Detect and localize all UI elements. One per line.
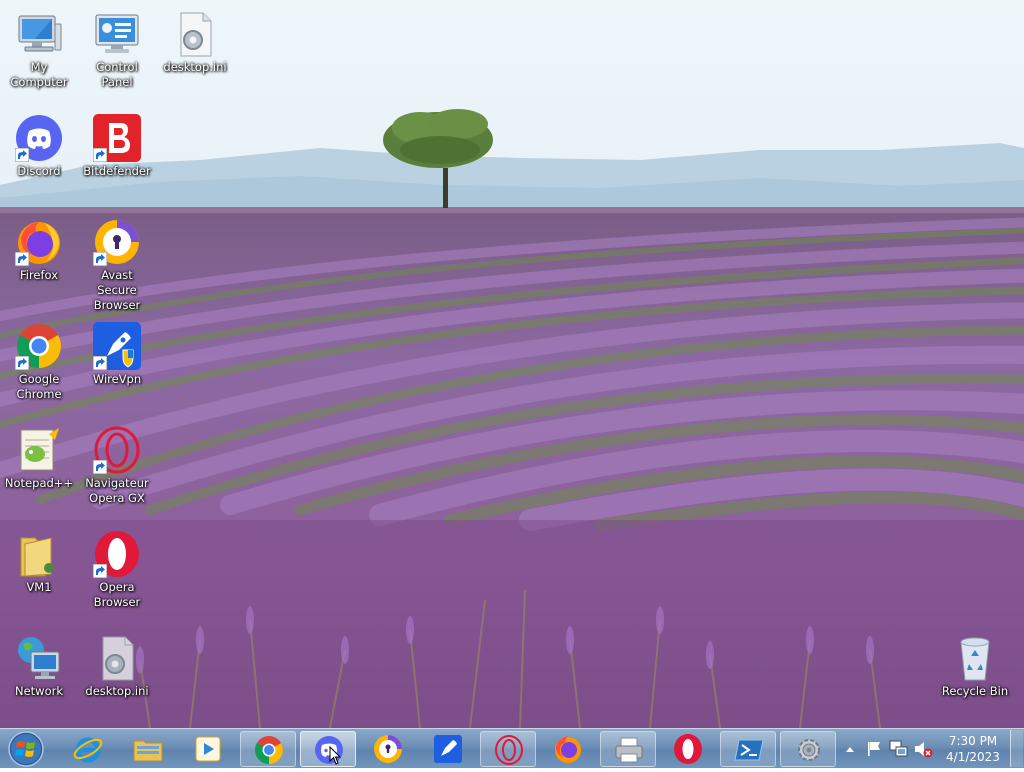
desktop-icon-label: Navigateur Opera GX bbox=[85, 476, 149, 505]
shortcut-arrow-icon bbox=[15, 148, 29, 162]
desktop-icon-label: Network bbox=[14, 684, 64, 698]
settings-file-icon bbox=[93, 634, 141, 682]
printer-icon bbox=[615, 737, 643, 763]
show-desktop-button[interactable] bbox=[1010, 730, 1023, 767]
internet-explorer-icon bbox=[73, 737, 103, 763]
desktop-icon-recycle-bin[interactable]: Recycle Bin bbox=[936, 624, 1014, 699]
opera-gx-icon bbox=[495, 735, 523, 765]
wirevpn-icon bbox=[93, 322, 141, 370]
desktop-icon-label: Avast Secure Browser bbox=[93, 268, 141, 312]
my-computer-icon bbox=[15, 10, 63, 58]
desktop-icon-label: My Computer bbox=[10, 60, 68, 89]
mouse-cursor-icon bbox=[329, 746, 342, 765]
taskbar-avast-browser[interactable] bbox=[360, 731, 416, 767]
recycle-bin-icon bbox=[951, 634, 999, 682]
action-center-flag-icon[interactable] bbox=[864, 729, 884, 769]
desktop-icon-label: Recycle Bin bbox=[941, 684, 1009, 698]
taskbar-opera[interactable] bbox=[660, 731, 716, 767]
desktop-icon-bitdefender[interactable]: Bitdefender bbox=[78, 104, 156, 179]
chrome-icon bbox=[15, 322, 63, 370]
desktop-icon-google-chrome[interactable]: Google Chrome bbox=[0, 312, 78, 402]
clock-time: 7:30 PM bbox=[948, 734, 998, 748]
taskbar-file-explorer[interactable] bbox=[120, 731, 176, 767]
taskbar-firefox[interactable] bbox=[540, 731, 596, 767]
shortcut-arrow-icon bbox=[93, 564, 107, 578]
network-icon[interactable] bbox=[888, 729, 910, 769]
show-hidden-icons-chevron[interactable] bbox=[842, 729, 858, 769]
shortcut-arrow-icon bbox=[15, 252, 29, 266]
shortcut-arrow-icon bbox=[93, 460, 107, 474]
desktop-icon-vm1[interactable]: VM1 bbox=[0, 520, 78, 595]
desktop-icon-avast-secure-browser[interactable]: Avast Secure Browser bbox=[78, 208, 156, 313]
desktop-icon-network[interactable]: Network bbox=[0, 624, 78, 699]
avast-browser-icon bbox=[93, 218, 141, 266]
desktop-icon-opera-gx[interactable]: Navigateur Opera GX bbox=[78, 416, 156, 506]
desktop-icon-label: Notepad++ bbox=[4, 476, 74, 490]
desktop-icon-label: WireVpn bbox=[92, 372, 142, 386]
desktop-icon-label: Discord bbox=[17, 164, 61, 178]
windows-start-icon bbox=[8, 731, 44, 767]
desktop-icon-label: desktop.ini bbox=[85, 684, 149, 698]
taskbar-powershell[interactable] bbox=[720, 731, 776, 767]
desktop-icon-firefox[interactable]: Firefox bbox=[0, 208, 78, 283]
desktop-icon-opera-browser[interactable]: Opera Browser bbox=[78, 520, 156, 610]
opera-gx-icon bbox=[93, 426, 141, 474]
clock-date: 4/1/2023 bbox=[946, 750, 1000, 764]
desktop-icon-label: Bitdefender bbox=[83, 164, 151, 178]
taskbar-wirevpn[interactable] bbox=[420, 731, 476, 767]
desktop-icon-discord[interactable]: Discord bbox=[0, 104, 78, 179]
shortcut-arrow-icon bbox=[93, 252, 107, 266]
start-button[interactable] bbox=[4, 730, 48, 768]
folder-icon bbox=[15, 530, 63, 578]
opera-icon bbox=[674, 734, 702, 764]
desktop-icon-label: Opera Browser bbox=[93, 580, 141, 609]
taskbar-internet-explorer[interactable] bbox=[60, 731, 116, 767]
desktop-icon-label: Control Panel bbox=[96, 60, 138, 89]
desktop-icon-control-panel[interactable]: Control Panel bbox=[78, 0, 156, 90]
desktop-icon-label: Firefox bbox=[19, 268, 59, 282]
file-explorer-icon bbox=[133, 740, 163, 762]
opera-icon bbox=[93, 530, 141, 578]
shortcut-arrow-icon bbox=[93, 356, 107, 370]
bitdefender-icon bbox=[93, 114, 141, 162]
desktop-icon-label: desktop.ini bbox=[163, 60, 227, 74]
avast-browser-icon bbox=[374, 735, 402, 763]
settings-gear-icon bbox=[798, 739, 820, 761]
settings-file-icon bbox=[171, 10, 219, 58]
taskbar-discord[interactable] bbox=[300, 731, 356, 767]
desktop-icon-my-computer[interactable]: My Computer bbox=[0, 0, 78, 90]
chrome-icon bbox=[255, 736, 283, 764]
shortcut-arrow-icon bbox=[93, 148, 107, 162]
control-panel-icon bbox=[93, 10, 141, 58]
notepad-plus-plus-icon bbox=[15, 426, 63, 474]
taskbar-media-player[interactable] bbox=[180, 731, 236, 767]
desktop-icon-label: Google Chrome bbox=[16, 372, 62, 401]
firefox-icon bbox=[555, 736, 581, 763]
discord-icon bbox=[15, 114, 63, 162]
desktop-icon-desktop-ini[interactable]: desktop.ini bbox=[156, 0, 234, 75]
desktop-icon-desktop-ini-2[interactable]: desktop.ini bbox=[78, 624, 156, 699]
wirevpn-icon bbox=[434, 735, 462, 763]
taskbar: 7:30 PM 4/1/2023 bbox=[0, 728, 1024, 768]
taskbar-chrome[interactable] bbox=[240, 731, 296, 767]
clock[interactable]: 7:30 PM 4/1/2023 bbox=[940, 733, 1006, 765]
volume-muted-icon[interactable] bbox=[912, 729, 934, 769]
network-icon bbox=[15, 634, 63, 682]
desktop[interactable]: My Computer Control Panel desktop.ini Di… bbox=[0, 0, 1024, 728]
desktop-icon-wirevpn[interactable]: WireVpn bbox=[78, 312, 156, 387]
desktop-icon-notepad-plus-plus[interactable]: Notepad++ bbox=[0, 416, 78, 491]
firefox-icon bbox=[15, 218, 63, 266]
desktop-icon-label: VM1 bbox=[26, 580, 52, 594]
shortcut-arrow-icon bbox=[15, 356, 29, 370]
taskbar-printer[interactable] bbox=[600, 731, 656, 767]
powershell-icon bbox=[734, 739, 764, 761]
taskbar-opera-gx[interactable] bbox=[480, 731, 536, 767]
taskbar-settings[interactable] bbox=[780, 731, 836, 767]
media-player-icon bbox=[195, 736, 221, 762]
